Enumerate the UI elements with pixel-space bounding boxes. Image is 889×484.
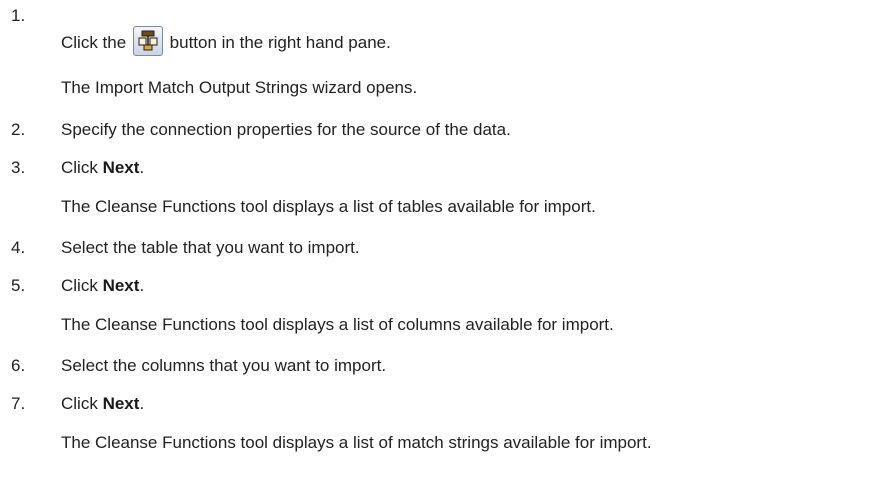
step-4: 4. Select the table that you want to imp… xyxy=(0,230,889,260)
step-6: 6. Select the columns that you want to i… xyxy=(0,348,889,378)
step-5: 5. Click Next. The Cleanse Functions too… xyxy=(0,268,889,348)
step-1: 1. Click the button in the right hand pa… xyxy=(0,0,889,110)
step-text: Click Next. xyxy=(61,394,145,413)
step-text: Click the button in the right hand pane. xyxy=(61,26,391,56)
step-number: 7. xyxy=(11,394,26,413)
step-text: Click Next. xyxy=(61,158,145,177)
step-text: Click Next. xyxy=(61,276,145,295)
next-label: Next xyxy=(102,158,140,177)
step-3: 3. Click Next. The Cleanse Functions too… xyxy=(0,150,889,230)
step-number: 3. xyxy=(11,158,26,177)
step-number: 4. xyxy=(11,238,26,257)
step-text: Specify the connection properties for th… xyxy=(61,120,511,139)
step-text: Select the table that you want to import… xyxy=(61,238,360,257)
import-match-output-strings-icon[interactable] xyxy=(132,26,163,56)
step-result: The Import Match Output Strings wizard o… xyxy=(61,78,418,97)
step-result: The Cleanse Functions tool displays a li… xyxy=(61,197,596,216)
step-number: 2. xyxy=(11,120,26,139)
step-result: The Cleanse Functions tool displays a li… xyxy=(61,433,652,452)
next-label: Next xyxy=(102,276,140,295)
step-2: 2. Specify the connection properties for… xyxy=(0,112,889,142)
step-text: Select the columns that you want to impo… xyxy=(61,356,387,375)
step-7: 7. Click Next. The Cleanse Functions too… xyxy=(0,386,889,484)
step-number: 1. xyxy=(11,6,26,25)
step-number: 5. xyxy=(11,276,26,295)
step-result: The Cleanse Functions tool displays a li… xyxy=(61,315,614,334)
next-label: Next xyxy=(102,394,140,413)
step-number: 6. xyxy=(11,356,26,375)
